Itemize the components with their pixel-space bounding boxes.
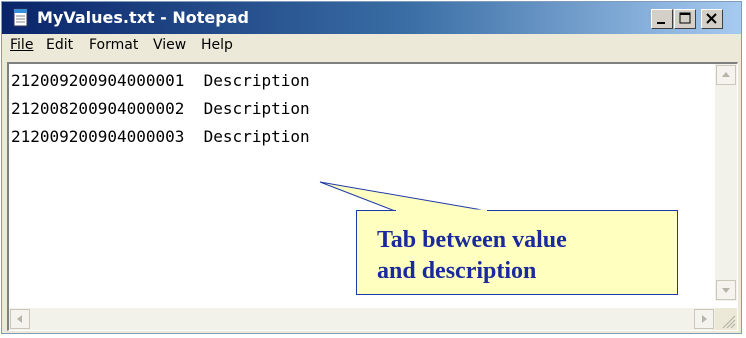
annotation-callout: Tab between value and description bbox=[356, 210, 678, 295]
callout-line-2: and description bbox=[377, 258, 537, 284]
callout-text: Tab between value and description bbox=[377, 225, 677, 287]
callout-line-1: Tab between value bbox=[377, 227, 567, 253]
